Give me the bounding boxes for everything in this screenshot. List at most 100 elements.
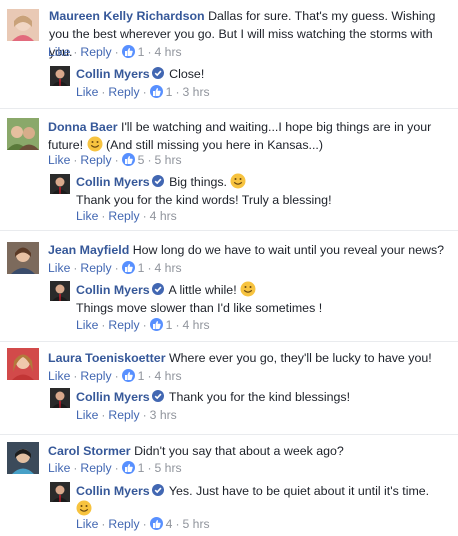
- reply-link[interactable]: Reply: [108, 209, 139, 223]
- comment-author-link[interactable]: Jean Mayfield: [48, 243, 129, 257]
- reply-author-link[interactable]: Collin Myers: [76, 484, 150, 498]
- reply-link[interactable]: Reply: [108, 517, 139, 531]
- reply-author-link[interactable]: Collin Myers: [76, 175, 150, 189]
- reply-text: Collin Myers Big things. Thank you for t…: [76, 173, 446, 209]
- verified-badge-icon: [151, 483, 164, 496]
- reply-body: A little while!: [168, 283, 237, 297]
- comment-thread: Carol Stormer Didn't you say that about …: [0, 435, 458, 536]
- separator: ·: [147, 369, 152, 383]
- like-link[interactable]: Like: [76, 85, 98, 99]
- like-count-icon[interactable]: [121, 153, 135, 166]
- comment-body: Didn't you say that about a week ago?: [134, 444, 344, 458]
- separator: ·: [142, 85, 147, 99]
- like-count-icon[interactable]: [121, 45, 135, 58]
- reply-link[interactable]: Reply: [80, 153, 111, 167]
- timestamp[interactable]: 5 hrs: [155, 153, 182, 167]
- reply-author-link[interactable]: Collin Myers: [76, 67, 150, 81]
- separator: ·: [114, 461, 119, 475]
- separator: ·: [101, 85, 106, 99]
- timestamp[interactable]: 4 hrs: [155, 369, 182, 383]
- timestamp[interactable]: 4 hrs: [155, 45, 182, 59]
- avatar[interactable]: [7, 242, 39, 274]
- comment-thread: Laura Toeniskoetter Where ever you go, t…: [0, 342, 458, 434]
- separator: ·: [101, 408, 106, 422]
- like-count-icon[interactable]: [121, 461, 135, 474]
- smiley-emoji-icon: [240, 281, 256, 297]
- reply-link[interactable]: Reply: [108, 318, 139, 332]
- like-link[interactable]: Like: [48, 369, 70, 383]
- timestamp[interactable]: 5 hrs: [155, 461, 182, 475]
- separator: ·: [73, 461, 78, 475]
- avatar[interactable]: [50, 482, 70, 502]
- like-link[interactable]: Like: [48, 45, 70, 59]
- comment-body: How long do we have to wait until you re…: [132, 243, 445, 257]
- separator: ·: [147, 261, 152, 275]
- comment-author-link[interactable]: Laura Toeniskoetter: [48, 351, 166, 365]
- avatar[interactable]: [7, 9, 39, 41]
- timestamp[interactable]: 4 hrs: [155, 261, 182, 275]
- timestamp[interactable]: 3 hrs: [183, 85, 210, 99]
- separator: ·: [114, 261, 119, 275]
- comment-author-link[interactable]: Carol Stormer: [48, 444, 131, 458]
- like-count-icon[interactable]: [149, 517, 163, 530]
- reply-actions: Like · Reply · 4 · 5 hrs: [76, 516, 210, 532]
- reply-body: Close!: [169, 67, 205, 81]
- comment-text: Jean Mayfield How long do we have to wai…: [48, 241, 448, 259]
- like-link[interactable]: Like: [76, 517, 98, 531]
- reply-link[interactable]: Reply: [80, 461, 111, 475]
- reply-author-link[interactable]: Collin Myers: [76, 390, 150, 404]
- avatar[interactable]: [50, 174, 70, 194]
- reply-link[interactable]: Reply: [80, 45, 111, 59]
- verified-badge-icon: [151, 389, 164, 402]
- avatar[interactable]: [7, 442, 39, 474]
- avatar[interactable]: [50, 281, 70, 301]
- avatar[interactable]: [7, 118, 39, 150]
- comment-author-link[interactable]: Donna Baer: [48, 120, 118, 134]
- like-link[interactable]: Like: [76, 408, 98, 422]
- like-link[interactable]: Like: [76, 209, 98, 223]
- reply-text: Collin Myers A little while! Things move…: [76, 281, 446, 317]
- reply-text: Collin Myers Thank you for the kind bles…: [76, 388, 446, 406]
- timestamp[interactable]: 5 hrs: [183, 517, 210, 531]
- avatar[interactable]: [50, 66, 70, 86]
- reply-link[interactable]: Reply: [108, 85, 139, 99]
- like-link[interactable]: Like: [76, 318, 98, 332]
- reply-body-continued: Thank you for the kind words! Truly a bl…: [76, 193, 332, 207]
- like-count-icon[interactable]: [149, 318, 163, 331]
- separator: ·: [73, 45, 78, 59]
- like-count-icon[interactable]: [149, 85, 163, 98]
- like-link[interactable]: Like: [48, 261, 70, 275]
- reply-link[interactable]: Reply: [108, 408, 139, 422]
- smiley-emoji-icon: [87, 136, 103, 152]
- separator: ·: [142, 318, 147, 332]
- separator: ·: [175, 85, 180, 99]
- reply-link[interactable]: Reply: [80, 369, 111, 383]
- timestamp[interactable]: 4 hrs: [150, 209, 177, 223]
- like-count-icon[interactable]: [121, 369, 135, 382]
- verified-badge-icon: [151, 174, 164, 187]
- like-count-icon[interactable]: [121, 261, 135, 274]
- verified-badge-icon: [151, 66, 164, 79]
- reply-body-continued: Things move slower than I'd like sometim…: [76, 301, 323, 315]
- timestamp[interactable]: 4 hrs: [183, 318, 210, 332]
- comment-author-link[interactable]: Maureen Kelly Richardson: [49, 9, 205, 23]
- comment-actions: Like · Reply · 5 · 5 hrs: [48, 152, 182, 168]
- separator: ·: [147, 45, 152, 59]
- separator: ·: [147, 153, 152, 167]
- separator: ·: [101, 517, 106, 531]
- avatar[interactable]: [50, 388, 70, 408]
- like-link[interactable]: Like: [48, 461, 70, 475]
- like-link[interactable]: Like: [48, 153, 70, 167]
- timestamp[interactable]: 3 hrs: [150, 408, 177, 422]
- reply-actions: Like · Reply · 3 hrs: [76, 407, 177, 423]
- reply-text: Collin Myers Close!: [76, 65, 446, 83]
- comment-text: Carol Stormer Didn't you say that about …: [48, 442, 448, 460]
- reply-body: Thank you for the kind blessings!: [168, 390, 351, 404]
- reply-author-link[interactable]: Collin Myers: [76, 283, 150, 297]
- comment-body-continued: (And still missing you here in Kansas...…: [106, 138, 323, 152]
- reply-link[interactable]: Reply: [80, 261, 111, 275]
- avatar[interactable]: [7, 348, 39, 380]
- separator: ·: [114, 45, 119, 59]
- comment-thread: Jean Mayfield How long do we have to wai…: [0, 231, 458, 341]
- separator: ·: [73, 369, 78, 383]
